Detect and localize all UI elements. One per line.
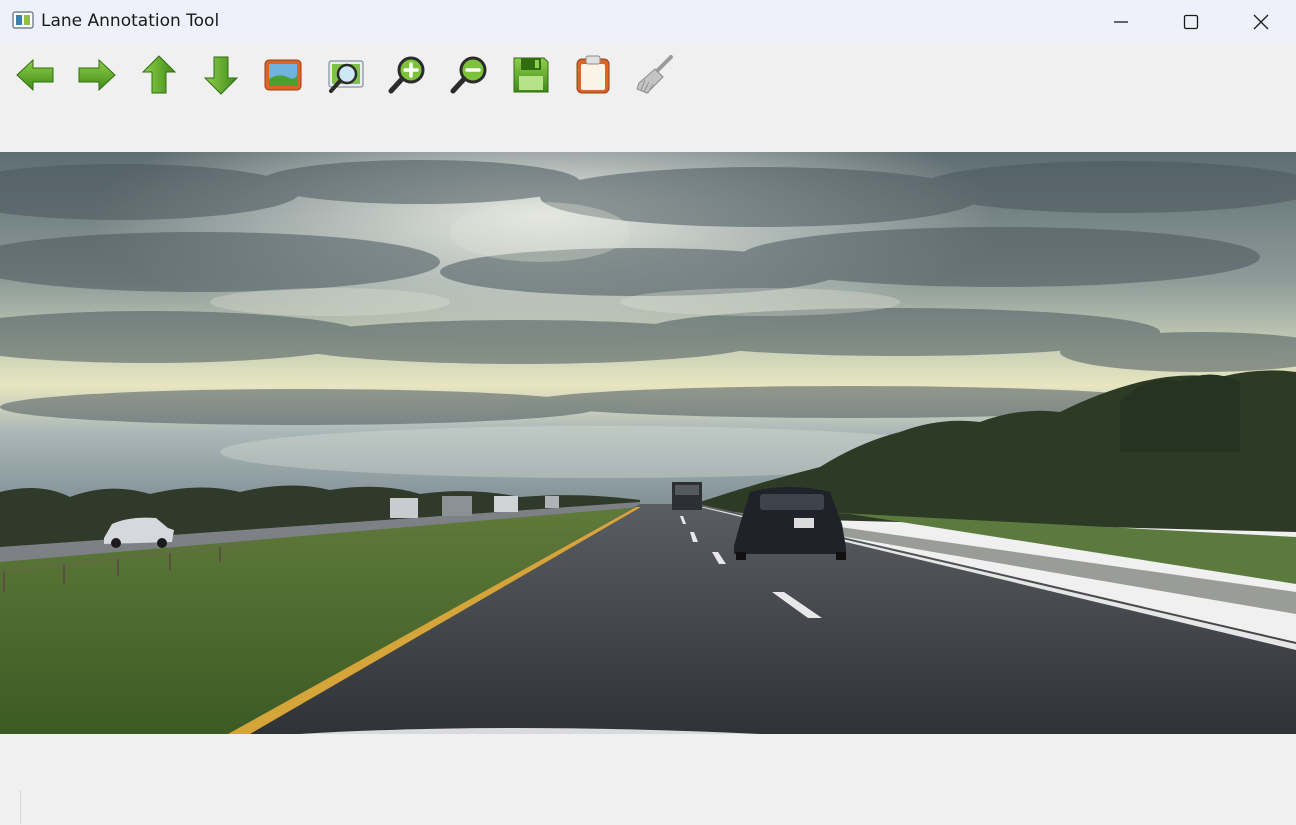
zoom-in-button[interactable] <box>383 51 431 99</box>
previous-button[interactable] <box>11 51 59 99</box>
up-button[interactable] <box>135 51 183 99</box>
open-image-button[interactable] <box>259 51 307 99</box>
broom-icon <box>636 55 673 94</box>
next-button[interactable] <box>73 51 121 99</box>
title-bar[interactable]: Lane Annotation Tool <box>0 0 1296 43</box>
close-button[interactable] <box>1226 0 1296 43</box>
zoom-out-icon <box>450 56 487 94</box>
minimize-icon <box>1114 20 1128 23</box>
app-icon <box>12 11 34 29</box>
clipboard-icon <box>576 55 610 94</box>
arrow-up-icon <box>141 55 177 94</box>
app-window: Lane Annotation Tool <box>0 0 1296 825</box>
road-scene-image <box>0 152 1296 734</box>
image-canvas[interactable] <box>0 152 1296 734</box>
close-icon <box>1253 14 1269 29</box>
maximize-icon <box>1183 14 1199 29</box>
image-icon <box>264 59 302 91</box>
clear-button[interactable] <box>631 51 679 99</box>
toolbar <box>0 43 1296 103</box>
zoom-in-icon <box>388 56 425 94</box>
save-button[interactable] <box>507 51 555 99</box>
maximize-button[interactable] <box>1156 0 1226 43</box>
zoom-out-button[interactable] <box>445 51 493 99</box>
arrow-right-icon <box>78 58 116 92</box>
minimize-button[interactable] <box>1086 0 1156 43</box>
zoom-fit-icon <box>328 60 364 93</box>
fit-view-button[interactable] <box>321 51 369 99</box>
down-button[interactable] <box>197 51 245 99</box>
save-icon <box>513 57 549 93</box>
window-title: Lane Annotation Tool <box>41 11 220 31</box>
arrow-left-icon <box>16 58 54 92</box>
status-bar <box>0 782 1296 825</box>
clipboard-button[interactable] <box>569 51 617 99</box>
status-separator <box>20 790 21 824</box>
arrow-down-icon <box>203 56 239 95</box>
